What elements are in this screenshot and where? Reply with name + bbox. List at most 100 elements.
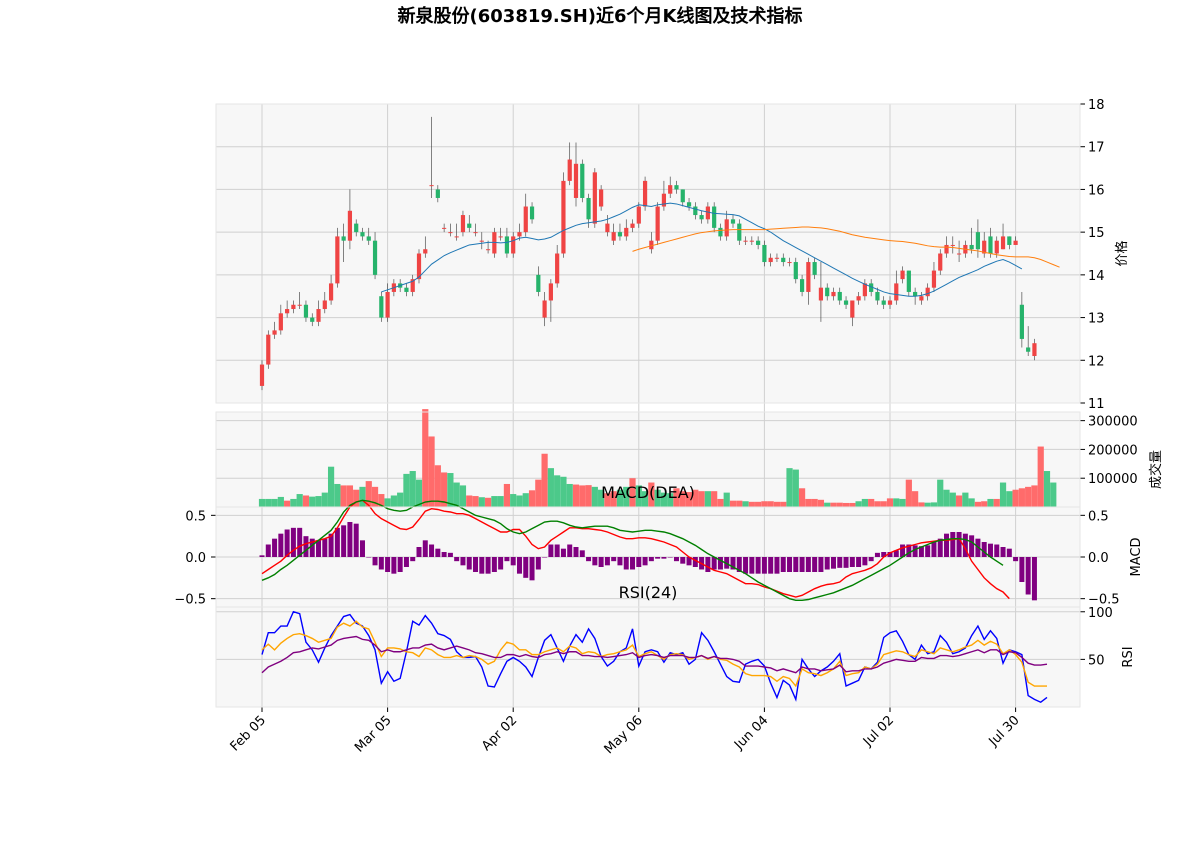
candle-body	[567, 159, 572, 181]
macd-histogram-bar	[1000, 547, 1006, 557]
macd-histogram-bar	[680, 557, 686, 564]
candle-body	[875, 291, 880, 301]
volume-bar	[962, 492, 969, 507]
candle-body	[555, 253, 560, 284]
macd-histogram-bar	[397, 557, 403, 572]
candle-body	[956, 253, 962, 255]
macd-histogram-bar	[774, 557, 780, 574]
volume-bar	[868, 498, 875, 507]
candle-body	[611, 232, 616, 241]
candle-body	[278, 313, 283, 331]
candle-body	[259, 364, 265, 386]
macd-histogram-bar	[410, 557, 416, 562]
candle-body	[705, 206, 710, 220]
volume-bar	[541, 453, 548, 507]
volume-bar	[912, 491, 919, 507]
volume-bar	[447, 473, 454, 507]
macd-histogram-bar	[359, 540, 365, 557]
volume-bar	[478, 497, 485, 507]
candle-body	[372, 240, 378, 275]
candle-body	[894, 283, 899, 301]
volume-bar	[397, 492, 404, 507]
macd-histogram-bar	[755, 557, 761, 574]
macd-histogram-bar	[391, 557, 397, 574]
macd-axis-label: MACD	[1129, 538, 1144, 577]
candle-body	[881, 300, 886, 305]
macd-histogram-bar	[573, 547, 579, 557]
macd-histogram-bar	[1025, 557, 1031, 595]
macd-histogram-bar	[636, 557, 642, 567]
volume-bar	[258, 498, 266, 507]
macd-histogram-bar	[586, 557, 592, 562]
volume-bar	[955, 495, 963, 507]
candle-body	[737, 223, 742, 241]
candle-body	[354, 223, 359, 233]
macd-histogram-bar	[422, 540, 428, 557]
candle-body	[511, 236, 516, 254]
volume-bar	[315, 496, 322, 507]
macd-histogram-bar	[611, 557, 617, 562]
macd-histogram-bar	[994, 544, 1000, 557]
volume-bar	[453, 482, 460, 507]
volume-bar	[704, 491, 711, 507]
volume-bar	[893, 498, 900, 507]
candle-body	[303, 304, 309, 318]
volume-bar	[503, 483, 511, 507]
volume-bar	[761, 501, 768, 507]
price-tick-label: 15	[1088, 226, 1105, 241]
volume-bar	[535, 479, 542, 507]
candle-body	[504, 236, 510, 254]
volume-bar	[792, 469, 799, 507]
macd-histogram-bar	[303, 536, 309, 557]
macd-histogram-bar	[623, 557, 629, 570]
macd-histogram-bar	[272, 538, 278, 557]
volume-bar	[302, 495, 310, 507]
volume-bar	[321, 492, 328, 507]
candle-body	[448, 232, 453, 234]
candle-body	[624, 227, 629, 237]
candle-body	[718, 227, 723, 237]
candle-body	[341, 236, 346, 241]
volume-bar	[711, 491, 718, 507]
candle-body	[404, 287, 409, 292]
candle-body	[548, 283, 553, 301]
volume-bar	[824, 502, 831, 507]
candle-body	[749, 240, 754, 242]
candle-body	[322, 300, 327, 310]
candle-body	[680, 189, 685, 203]
volume-bar	[428, 436, 435, 507]
price-tick-label: 16	[1088, 183, 1105, 198]
macd-histogram-bar	[655, 557, 661, 559]
volume-bar	[811, 498, 818, 507]
volume-bar	[516, 495, 523, 507]
macd-histogram-bar	[542, 557, 548, 558]
macd-histogram-bar	[874, 552, 880, 557]
volume-axis-label: 成交量	[1148, 450, 1164, 489]
macd-histogram-bar	[259, 555, 265, 557]
macd-histogram-bar	[290, 527, 296, 557]
macd-histogram-bar	[529, 557, 535, 581]
macd-histogram-bar	[956, 532, 962, 557]
candle-body	[285, 309, 290, 314]
candle-body	[693, 206, 698, 216]
candle-body	[925, 287, 930, 297]
candle-body	[366, 236, 371, 241]
volume-bar	[905, 479, 912, 507]
volume-bar	[403, 473, 410, 507]
macd-histogram-bar	[403, 557, 409, 567]
candle-body	[812, 262, 817, 275]
macd-histogram-bar	[981, 542, 987, 557]
macd-histogram-bar	[454, 557, 460, 562]
volume-bar	[861, 498, 868, 507]
volume-bar	[899, 498, 906, 507]
volume-bar	[566, 483, 573, 507]
volume-bar	[874, 501, 881, 507]
macd-histogram-bar	[284, 529, 290, 557]
volume-bar	[1012, 489, 1019, 507]
volume-bar	[560, 476, 567, 507]
candle-body	[793, 262, 798, 280]
volume-bar	[886, 498, 894, 507]
volume-bar	[742, 501, 749, 507]
macd-histogram-bar	[322, 538, 328, 557]
macd-histogram-bar	[366, 557, 372, 558]
